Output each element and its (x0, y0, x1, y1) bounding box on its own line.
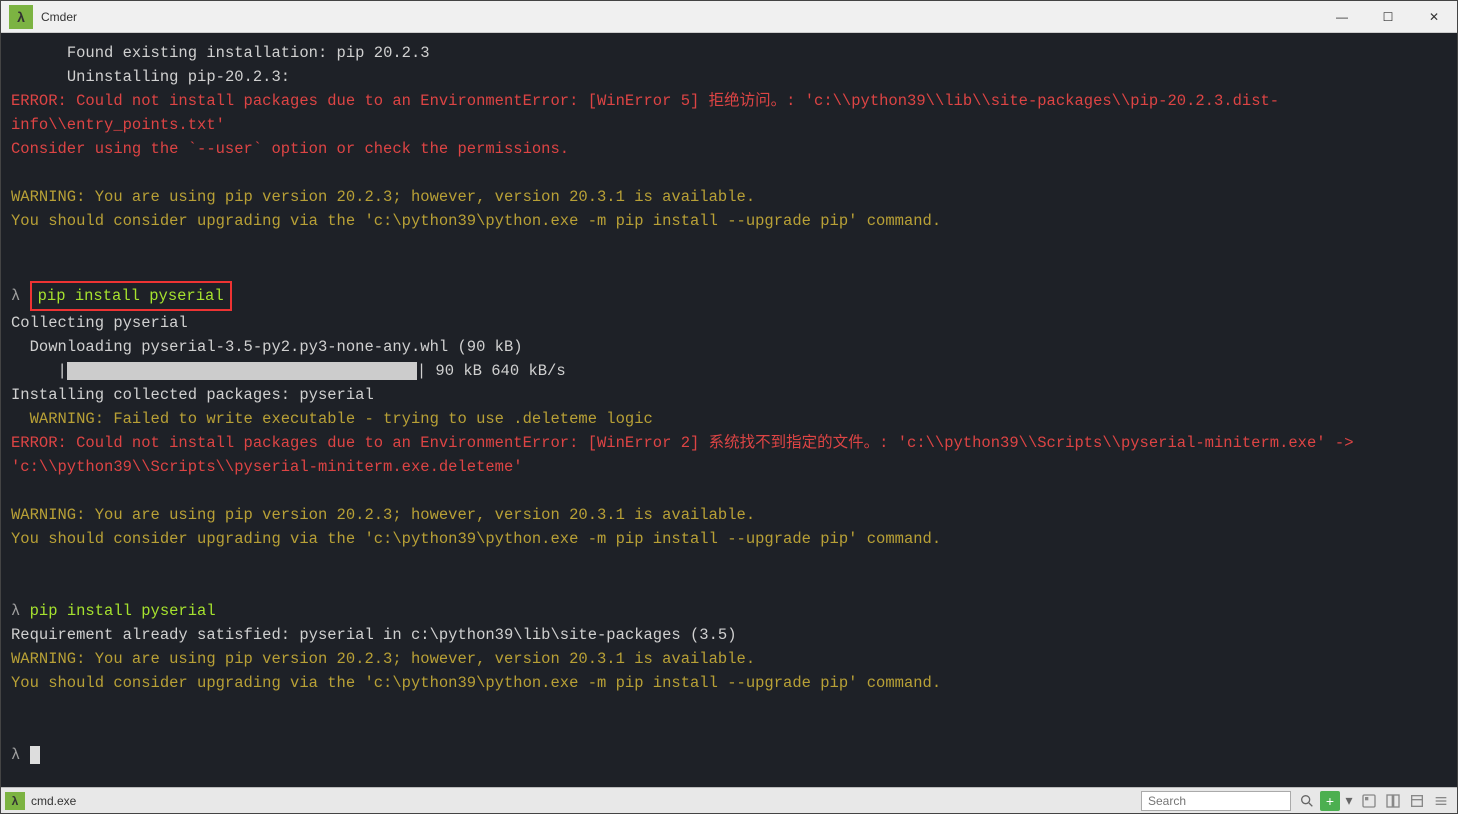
terminal-line (11, 551, 1447, 575)
terminal-line: ERROR: Could not install packages due to… (11, 431, 1447, 479)
status-bar: λ cmd.exe + ▾ (1, 787, 1457, 813)
terminal-line: Found existing installation: pip 20.2.3 (11, 41, 1447, 65)
window-controls: — ☐ ✕ (1319, 1, 1457, 33)
search-input[interactable] (1141, 791, 1291, 811)
terminal-line: You should consider upgrading via the 'c… (11, 527, 1447, 551)
minimize-button[interactable]: — (1319, 1, 1365, 33)
terminal-line: λ pip install pyserial (11, 281, 1447, 311)
terminal-line (11, 479, 1447, 503)
terminal-output[interactable]: Found existing installation: pip 20.2.3 … (1, 33, 1457, 787)
terminal-line: || 90 kB 640 kB/s (11, 359, 1447, 383)
maximize-button[interactable]: ☐ (1365, 1, 1411, 33)
toolbar-icon-1[interactable] (1358, 790, 1380, 812)
new-tab-dropdown-icon[interactable]: ▾ (1342, 790, 1356, 812)
terminal-line: Consider using the `--user` option or ch… (11, 137, 1447, 161)
active-tab-label[interactable]: cmd.exe (31, 794, 151, 808)
progress-bar (67, 362, 417, 380)
new-tab-button[interactable]: + (1320, 791, 1340, 811)
cursor (30, 746, 40, 764)
terminal-line: WARNING: You are using pip version 20.2.… (11, 503, 1447, 527)
terminal-line: Uninstalling pip-20.2.3: (11, 65, 1447, 89)
terminal-line: You should consider upgrading via the 'c… (11, 671, 1447, 695)
terminal-line: WARNING: Failed to write executable - tr… (11, 407, 1447, 431)
terminal-line (11, 233, 1447, 257)
window-title: Cmder (41, 10, 1319, 24)
titlebar: λ Cmder — ☐ ✕ (1, 1, 1457, 33)
terminal-line: WARNING: You are using pip version 20.2.… (11, 185, 1447, 209)
terminal-line: ERROR: Could not install packages due to… (11, 89, 1447, 137)
terminal-line: Requirement already satisfied: pyserial … (11, 623, 1447, 647)
command-highlight-box: pip install pyserial (30, 281, 232, 311)
close-button[interactable]: ✕ (1411, 1, 1457, 33)
menu-icon[interactable] (1430, 790, 1452, 812)
tab-icon: λ (5, 792, 25, 810)
terminal-line: WARNING: You are using pip version 20.2.… (11, 647, 1447, 671)
terminal-line (11, 719, 1447, 743)
terminal-line: λ (11, 743, 1447, 767)
terminal-line (11, 257, 1447, 281)
terminal-line: You should consider upgrading via the 'c… (11, 209, 1447, 233)
terminal-line: Downloading pyserial-3.5-py2.py3-none-an… (11, 335, 1447, 359)
toolbar-icon-3[interactable] (1406, 790, 1428, 812)
terminal-line: Collecting pyserial (11, 311, 1447, 335)
toolbar-icon-2[interactable] (1382, 790, 1404, 812)
terminal-line (11, 695, 1447, 719)
terminal-line (11, 161, 1447, 185)
app-icon: λ (9, 5, 33, 29)
terminal-line: λ pip install pyserial (11, 599, 1447, 623)
terminal-line: Installing collected packages: pyserial (11, 383, 1447, 407)
search-icon[interactable] (1296, 790, 1318, 812)
terminal-line (11, 575, 1447, 599)
